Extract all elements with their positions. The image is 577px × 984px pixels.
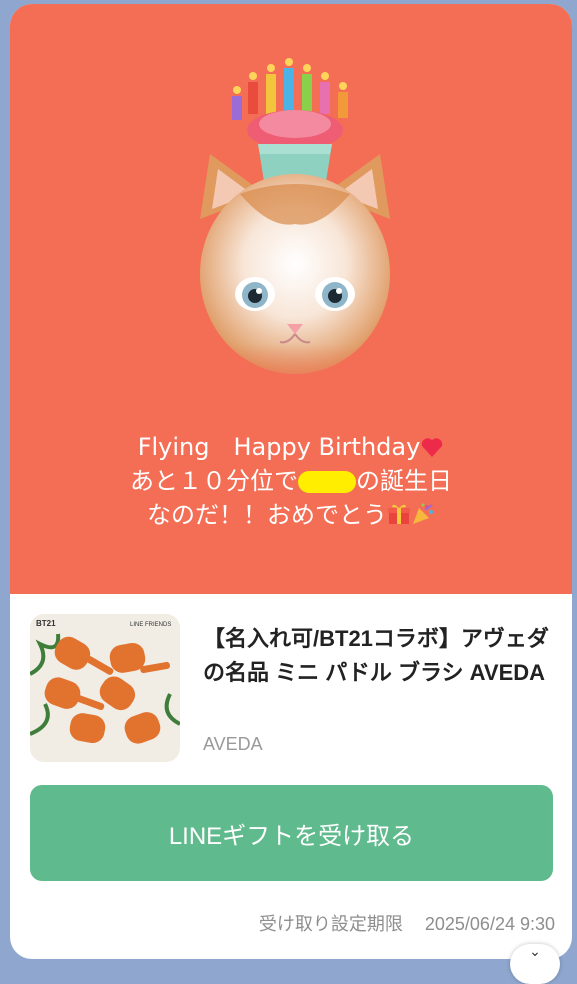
gift-message-card: Flying Happy Birthday あと１０分位で の誕生日 なのだ！！お… <box>10 4 572 959</box>
chevron-down-icon: ⌄ <box>529 944 541 960</box>
thumb-label-line-friends: LINE FRIENDS <box>130 622 171 628</box>
deadline-value: 2025/06/24 9:30 <box>424 914 555 934</box>
birthday-message: Flying Happy Birthday あと１０分位で の誕生日 なのだ！！お… <box>10 430 572 532</box>
product-thumbnail[interactable]: BT21 LINE FRIENDS <box>30 614 180 762</box>
receive-deadline: 受け取り設定期限 2025/06/24 9:30 <box>10 910 555 936</box>
redacted-name-highlight <box>298 471 356 493</box>
birthday-card-image[interactable]: Flying Happy Birthday あと１０分位で の誕生日 なのだ！！お… <box>10 4 572 594</box>
product-title[interactable]: 【名入れ可/BT21コラボ】アヴェダの名品 ミニ パドル ブラシ AVEDA <box>203 622 563 690</box>
thumb-label-bt21: BT21 <box>36 619 56 628</box>
deadline-label: 受け取り設定期限 <box>258 914 403 934</box>
gift-icon <box>388 504 410 524</box>
product-brand: AVEDA <box>203 734 263 754</box>
heart-icon <box>422 438 443 457</box>
scroll-down-button[interactable]: ⌄ <box>510 944 560 984</box>
gift-product[interactable]: BT21 LINE FRIENDS 【名入れ可/BT21コラボ】アヴェダの名品 … <box>10 594 572 774</box>
party-popper-icon <box>413 503 433 524</box>
message-line-1: Flying Happy Birthday <box>10 430 572 464</box>
kitten-birthday-illustration <box>170 58 420 404</box>
message-line-3: なのだ！！おめでとう <box>10 498 572 532</box>
message-line-2: あと１０分位で の誕生日 <box>130 467 452 495</box>
paddle-brush-photo: BT21 LINE FRIENDS <box>30 614 180 762</box>
receive-gift-button[interactable]: LINEギフトを受け取る <box>30 785 553 881</box>
